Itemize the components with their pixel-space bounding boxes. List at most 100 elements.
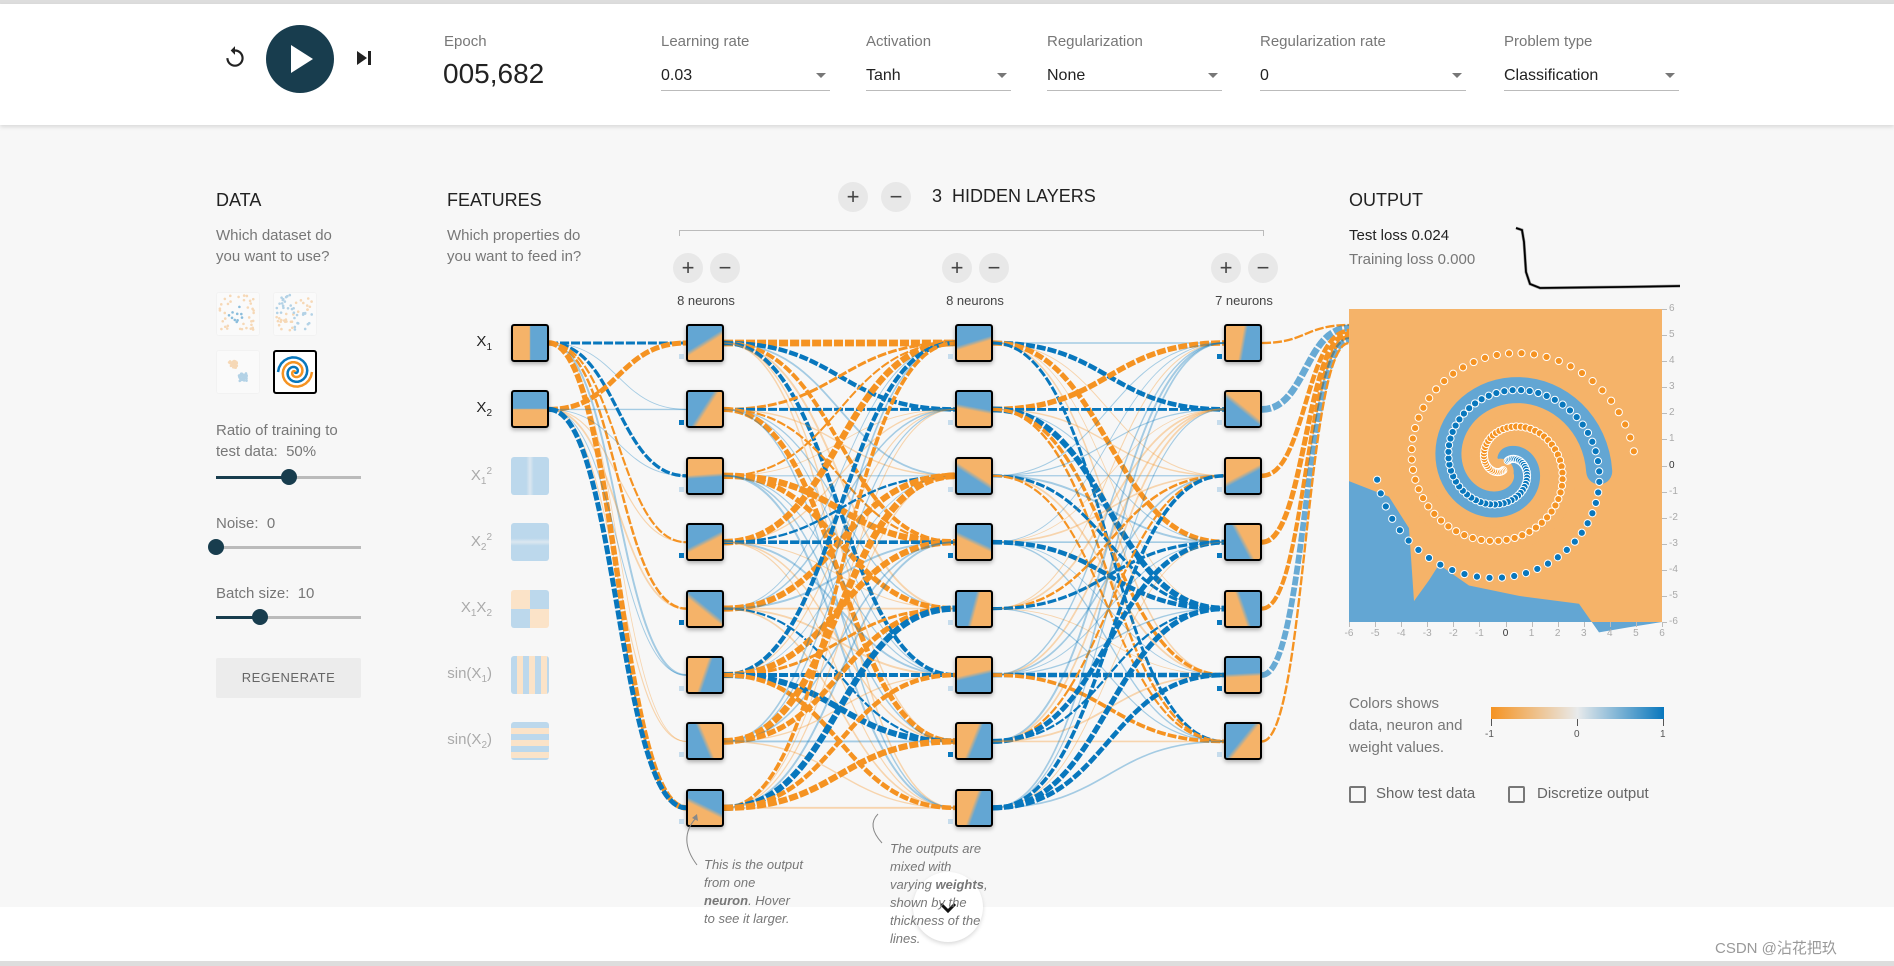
neuron-node[interactable] [955,656,993,694]
add-neuron-button[interactable]: + [673,253,703,283]
training-loss-line [1515,226,1680,290]
legend-tick-label: 0 [1574,729,1580,740]
neuron-node[interactable] [686,390,724,429]
neuron-node[interactable] [686,324,724,362]
data-point [1395,526,1404,535]
feature-label-text: X [470,466,481,484]
neuron-node[interactable] [955,589,993,628]
show-test-data-label[interactable]: Show test data [1376,785,1475,802]
add-neuron-button[interactable]: + [942,253,972,283]
dataset-xor[interactable] [273,292,317,336]
discretize-output-label[interactable]: Discretize output [1537,785,1649,802]
y-axis-tick-label: 6 [1669,303,1675,314]
x-axis-tick [1505,622,1507,627]
weight-link[interactable] [548,408,687,742]
x-axis-tick-label: -3 [1422,628,1432,639]
neuron-node[interactable] [686,589,724,628]
neuron-node[interactable] [955,324,993,362]
neuron-node[interactable] [686,722,724,761]
weight-link[interactable] [992,340,1225,413]
data-point [1614,408,1623,417]
discretize-output-checkbox[interactable] [1508,786,1525,803]
annotation-line: thickness of the [890,913,981,928]
neuron-node[interactable] [955,722,993,761]
weight-link[interactable] [723,475,956,809]
data-point [1629,447,1638,456]
weight-link[interactable] [723,340,956,678]
legend-tick [1491,719,1492,726]
output-weight-link[interactable] [1261,331,1350,545]
data-point [1537,518,1546,527]
bias-indicator [1217,752,1222,758]
remove-neuron-button[interactable]: − [979,253,1009,283]
neuron-node[interactable] [1224,656,1262,694]
input-feature-node[interactable] [511,390,549,429]
legend-text: Colors shows data, neuron and weight val… [1349,693,1462,759]
data-point [1542,352,1551,362]
x-axis-tick-label: -4 [1396,628,1406,639]
data-point [1562,545,1571,555]
neuron-node[interactable] [1224,722,1262,761]
show-test-data-checkbox[interactable] [1349,786,1366,803]
weight-link[interactable] [723,605,956,811]
x-axis-tick [1349,622,1350,627]
output-weight-link[interactable] [1261,337,1350,678]
neuron-node[interactable] [1224,324,1262,362]
data-point [1621,420,1630,429]
weight-link[interactable] [548,408,687,543]
bias-indicator [948,420,953,426]
x-axis-tick [1479,622,1481,627]
bias-indicator [948,818,953,824]
feature-label-text: X [476,333,487,350]
data-point [1452,527,1461,536]
neuron-node[interactable] [686,456,724,495]
annotation-arrow-weights [872,813,883,844]
weight-link[interactable] [548,408,687,676]
neuron-node[interactable] [686,523,724,562]
weight-link[interactable] [992,473,1225,810]
x-axis-tick-label: 2 [1554,628,1561,639]
input-feature-node[interactable] [511,324,549,362]
input-feature-node[interactable] [511,656,549,694]
input-feature-node[interactable] [511,589,549,628]
data-point [1404,536,1413,545]
weight-link[interactable] [548,408,687,610]
feature-label-sub: 1 [486,342,492,353]
y-axis-tick [1662,465,1667,467]
data-point [1517,386,1526,395]
weight-link[interactable] [548,406,687,811]
neuron-node[interactable] [955,456,993,495]
bias-indicator [948,553,953,559]
dataset-circle[interactable] [216,292,260,336]
dataset-spiral[interactable] [273,350,317,394]
legend-tick-label: -1 [1485,729,1494,740]
bias-indicator [679,420,684,426]
y-axis-tick [1662,569,1667,571]
data-point [1521,569,1531,578]
neuron-node[interactable] [686,656,724,694]
neuron-node[interactable] [1224,390,1262,429]
data-point [1424,502,1433,511]
input-feature-node[interactable] [511,722,549,761]
neuron-node[interactable] [1224,589,1262,628]
y-axis-tick-label: 4 [1669,355,1675,367]
add-neuron-button[interactable]: + [1211,253,1241,283]
neuron-node[interactable] [955,788,993,827]
input-feature-node[interactable] [511,456,549,495]
weight-link[interactable] [992,342,1225,676]
dataset-gaussian[interactable] [216,350,260,394]
feature-label-text: ) [487,731,492,749]
neuron-node[interactable] [955,523,993,562]
neuron-node[interactable] [1224,523,1262,562]
input-feature-node[interactable] [511,523,549,562]
feature-label-sub: 2 [486,408,492,420]
remove-neuron-button[interactable]: − [710,253,740,283]
data-point [1517,349,1526,358]
weight-link[interactable] [992,342,1225,543]
remove-neuron-button[interactable]: − [1248,253,1278,283]
x-axis-tick-label: -2 [1448,628,1458,639]
data-point [1444,447,1453,456]
x-axis-tick-label: -1 [1474,628,1484,639]
neuron-node[interactable] [1224,456,1262,495]
neuron-node[interactable] [955,390,993,429]
